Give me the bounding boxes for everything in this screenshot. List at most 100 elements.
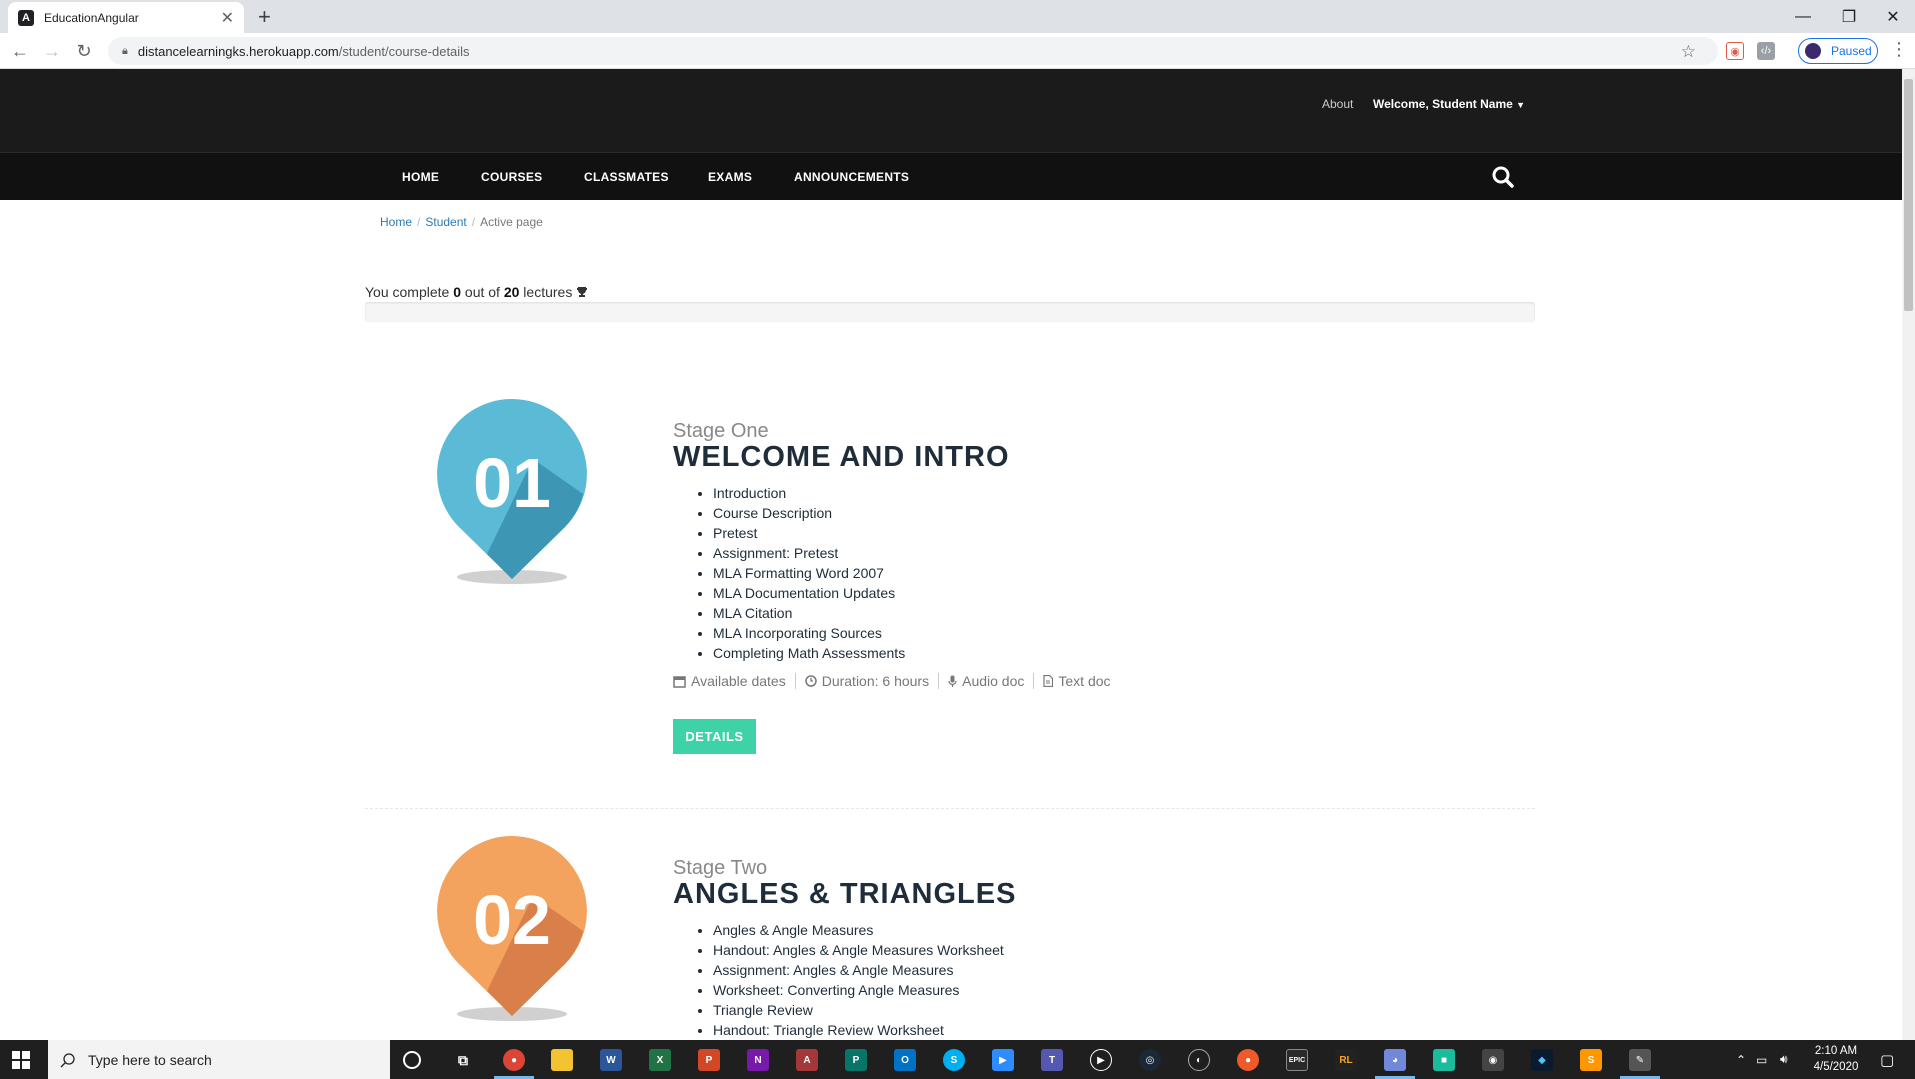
profile-paused-button[interactable]: Paused	[1798, 38, 1878, 64]
breadcrumb-home[interactable]: Home	[380, 215, 412, 229]
teams-icon[interactable]: T	[1041, 1049, 1063, 1071]
calendar-icon	[673, 675, 686, 688]
lecture-item[interactable]: MLA Documentation Updates	[713, 583, 905, 603]
publisher-icon[interactable]: P	[845, 1049, 867, 1071]
rocket-league-icon[interactable]: RL	[1335, 1049, 1357, 1071]
lecture-item[interactable]: Assignment: Pretest	[713, 543, 905, 563]
file-explorer-icon[interactable]	[551, 1049, 573, 1071]
lecture-item[interactable]: Assignment: Angles & Angle Measures	[713, 960, 1004, 980]
details-button[interactable]: DETAILS	[673, 719, 756, 754]
lecture-item[interactable]: Pretest	[713, 523, 905, 543]
nav-courses[interactable]: COURSES	[481, 170, 542, 184]
breadcrumb: Home / Student / Active page	[380, 215, 543, 229]
origin-icon[interactable]: ●	[1237, 1049, 1259, 1071]
network-icon[interactable]: ▭	[1756, 1040, 1767, 1079]
new-tab-button[interactable]: +	[258, 4, 271, 30]
zoom-icon[interactable]: ▶	[992, 1049, 1014, 1071]
tray-chevron-icon[interactable]: ⌃	[1736, 1040, 1746, 1079]
restore-icon[interactable]: ❐	[1826, 0, 1872, 33]
steam-icon[interactable]: ◎	[1139, 1049, 1161, 1071]
back-icon[interactable]: ←	[8, 39, 32, 63]
about-link[interactable]: About	[1322, 97, 1353, 111]
browser-toolbar: ← → ↻ 🔒︎ distancelearningks.herokuapp.co…	[0, 33, 1915, 69]
game-app-icon[interactable]: ◉	[1482, 1049, 1504, 1071]
chat-app-icon[interactable]: ■	[1433, 1049, 1455, 1071]
minimize-icon[interactable]: —	[1780, 0, 1826, 33]
volume-icon[interactable]: 🔊︎	[1780, 1040, 1788, 1079]
windows-start-icon[interactable]	[12, 1051, 30, 1069]
breadcrumb-separator: /	[471, 215, 476, 229]
tab-title: EducationAngular	[44, 10, 139, 25]
bookmark-star-icon[interactable]: ☆	[1681, 42, 1696, 62]
nav-announcements[interactable]: ANNOUNCEMENTS	[794, 170, 909, 184]
lecture-item[interactable]: Completing Math Assessments	[713, 643, 905, 663]
stage-number: 01	[473, 444, 551, 522]
lecture-list: Angles & Angle Measures Handout: Angles …	[713, 920, 1004, 1040]
lecture-item[interactable]: Handout: Triangle Review Worksheet	[713, 1020, 1004, 1040]
cortana-icon[interactable]	[403, 1051, 421, 1069]
outlook-icon[interactable]: O	[894, 1049, 916, 1071]
reload-icon[interactable]: ↻	[72, 39, 96, 63]
taskbar-search-placeholder: Type here to search	[88, 1051, 212, 1068]
close-tab-icon[interactable]: ✕	[221, 8, 234, 28]
breadcrumb-active: Active page	[480, 215, 543, 229]
extension-icon-code[interactable]: ‹/›	[1757, 42, 1775, 60]
meta-dates: Available dates	[673, 673, 786, 689]
nav-home[interactable]: HOME	[402, 170, 439, 184]
taskbar-clock[interactable]: 2:10 AM 4/5/2020	[1806, 1043, 1866, 1075]
vscode-icon[interactable]: ◆	[1531, 1049, 1553, 1071]
breadcrumb-student[interactable]: Student	[425, 215, 466, 229]
word-icon[interactable]: W	[600, 1049, 622, 1071]
address-bar[interactable]: 🔒︎ distancelearningks.herokuapp.com/stud…	[108, 37, 1718, 65]
stage-meta: Available dates Duration: 6 hours Audio …	[673, 673, 1111, 689]
onenote-icon[interactable]: N	[747, 1049, 769, 1071]
chrome-icon[interactable]: ●	[503, 1049, 525, 1071]
excel-icon[interactable]: X	[649, 1049, 671, 1071]
lecture-item[interactable]: Course Description	[713, 503, 905, 523]
extension-icon-red[interactable]: ◉	[1726, 42, 1744, 60]
nav-exams[interactable]: EXAMS	[708, 170, 752, 184]
scrollbar-thumb[interactable]	[1904, 79, 1913, 311]
browser-tab[interactable]: A EducationAngular ✕	[8, 2, 244, 33]
meta-divider	[938, 673, 940, 689]
profile-status: Paused	[1831, 44, 1872, 58]
paint-icon[interactable]: ✎	[1629, 1049, 1651, 1071]
lecture-item[interactable]: Introduction	[713, 483, 905, 503]
lock-icon: 🔒︎	[122, 44, 128, 57]
user-menu-toggle[interactable]: Welcome, Student Name ▼	[1373, 97, 1525, 111]
skype-icon[interactable]: S	[943, 1049, 965, 1071]
access-icon[interactable]: A	[796, 1049, 818, 1071]
site-top-bar: About Welcome, Student Name ▼	[0, 69, 1902, 152]
stage-subtitle: Stage One	[673, 420, 769, 442]
taskbar-search-box[interactable]: Type here to search	[48, 1040, 390, 1079]
meta-divider	[794, 673, 796, 689]
lecture-item[interactable]: Triangle Review	[713, 1000, 1004, 1020]
media-player-icon[interactable]: ▶	[1090, 1049, 1112, 1071]
browser-menu-icon[interactable]: ⋮	[1890, 39, 1908, 60]
sublime-icon[interactable]: S	[1580, 1049, 1602, 1071]
task-view-icon[interactable]: ⧉	[452, 1049, 474, 1071]
powerpoint-icon[interactable]: P	[698, 1049, 720, 1071]
lecture-item[interactable]: MLA Citation	[713, 603, 905, 623]
page-scrollbar[interactable]	[1902, 69, 1915, 1040]
notifications-icon[interactable]: ▢	[1880, 1040, 1894, 1079]
lecture-item[interactable]: Angles & Angle Measures	[713, 920, 1004, 940]
lecture-item[interactable]: MLA Formatting Word 2007	[713, 563, 905, 583]
close-window-icon[interactable]: ✕	[1870, 0, 1915, 33]
search-icon[interactable]	[1491, 165, 1515, 189]
lecture-item[interactable]: Worksheet: Converting Angle Measures	[713, 980, 1004, 1000]
nav-classmates[interactable]: CLASSMATES	[584, 170, 669, 184]
welcome-text: Welcome, Student Name	[1373, 97, 1513, 111]
profile-avatar	[1805, 43, 1821, 59]
obs-icon[interactable]: ◐	[1188, 1049, 1210, 1071]
meta-duration: Duration: 6 hours	[804, 673, 930, 689]
lecture-item[interactable]: MLA Incorporating Sources	[713, 623, 905, 643]
document-icon	[1043, 675, 1054, 687]
epic-games-icon[interactable]: EPIC	[1286, 1049, 1308, 1071]
browser-tab-strip: A EducationAngular ✕ + — ❐ ✕	[0, 0, 1915, 33]
lecture-item[interactable]: Handout: Angles & Angle Measures Workshe…	[713, 940, 1004, 960]
stage-divider	[365, 808, 1535, 809]
discord-icon[interactable]: ◕	[1384, 1049, 1406, 1071]
meta-duration-text: Duration: 6 hours	[821, 673, 930, 689]
forward-icon[interactable]: →	[40, 39, 64, 63]
